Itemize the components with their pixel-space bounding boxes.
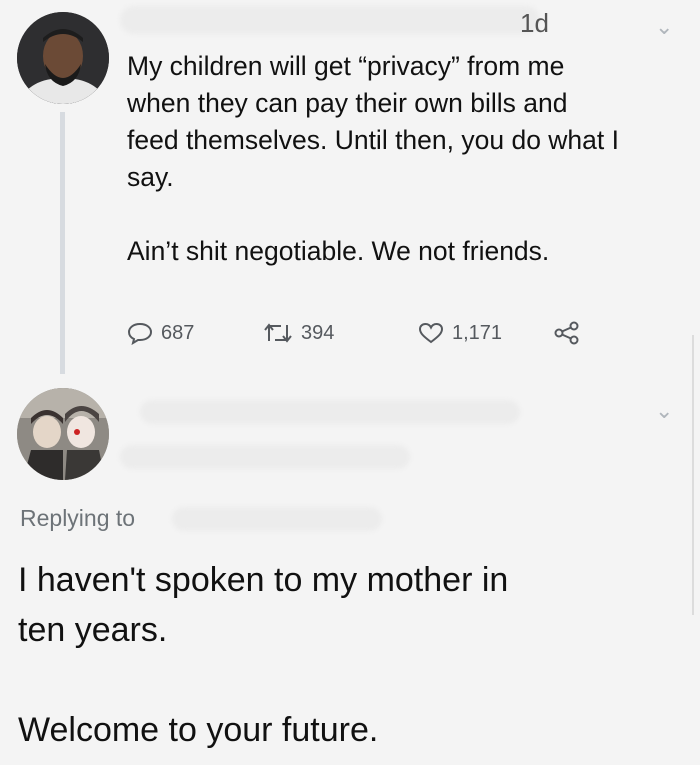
- tweet-line: when they can pay their own bills and: [127, 88, 568, 118]
- redacted-username: [120, 6, 540, 34]
- reply-paragraph: Welcome to your future.: [18, 711, 379, 749]
- tweet-line: My children will get “privacy” from me: [127, 51, 565, 81]
- like-button[interactable]: 1,171: [418, 315, 502, 351]
- scroll-edge: [692, 335, 700, 615]
- tweet-paragraph: Ain’t shit negotiable. We not friends.: [127, 236, 550, 266]
- retweet-button[interactable]: 394: [263, 315, 334, 351]
- retweet-count: 394: [301, 321, 335, 344]
- heart-icon: [418, 322, 444, 344]
- like-count: 1,171: [452, 321, 503, 344]
- tweet-line: say.: [127, 162, 174, 192]
- replying-to-label: Replying to: [20, 505, 135, 532]
- replying-to-text: Replying to: [20, 505, 136, 531]
- reply-line: I haven't spoken to my mother in: [18, 561, 509, 599]
- redacted-mention[interactable]: [172, 507, 382, 531]
- share-button[interactable]: [553, 315, 581, 351]
- timestamp: 1d: [520, 8, 549, 38]
- chevron-down-icon[interactable]: ⌄: [655, 14, 673, 40]
- tweet-text: My children will get “privacy” from me w…: [127, 48, 687, 270]
- share-icon: [554, 321, 579, 345]
- reply-button[interactable]: 687: [127, 315, 194, 351]
- chevron-down-icon[interactable]: ⌄: [655, 398, 673, 424]
- tweet-line: feed themselves. Until then, you do what…: [127, 125, 619, 155]
- retweet-icon: [264, 323, 292, 343]
- author-avatar[interactable]: [17, 12, 109, 104]
- replier-avatar[interactable]: [17, 388, 109, 480]
- redacted-handle: [120, 445, 410, 469]
- reply-text: I haven't spoken to my mother in ten yea…: [18, 555, 688, 755]
- thread-connector: [60, 112, 65, 374]
- reply-icon: [127, 322, 153, 345]
- reply-line: ten years.: [18, 611, 168, 649]
- redacted-username: [140, 400, 520, 424]
- reply-count: 687: [161, 321, 195, 344]
